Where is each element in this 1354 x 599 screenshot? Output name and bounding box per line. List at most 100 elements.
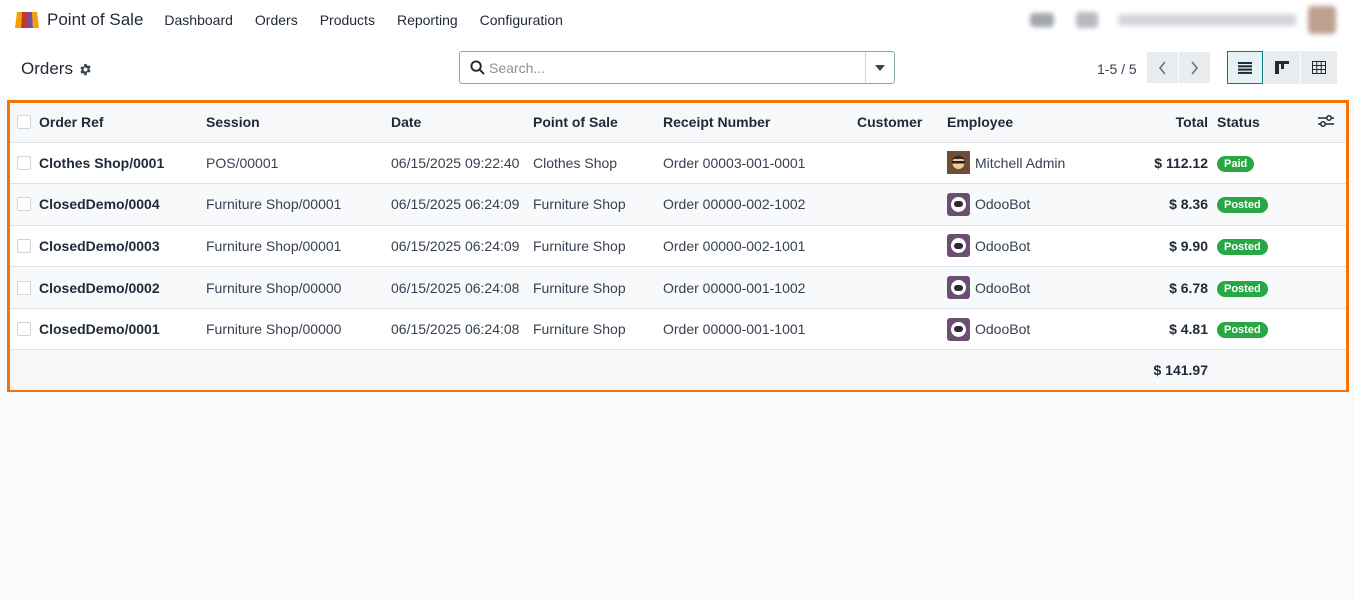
column-header-employee[interactable]: Employee: [947, 103, 1074, 143]
employee-name: OdooBot: [975, 237, 1031, 254]
cell-order-ref: ClosedDemo/0002: [39, 279, 160, 296]
cell-session: Furniture Shop/00001: [206, 237, 342, 254]
breadcrumb: Orders: [21, 59, 92, 79]
cell-point-of-sale: Furniture Shop: [533, 237, 626, 254]
column-header-date[interactable]: Date: [391, 103, 533, 143]
column-header-session[interactable]: Session: [206, 103, 391, 143]
cell-date: 06/15/2025 09:22:40: [391, 154, 520, 171]
column-header-order-ref[interactable]: Order Ref: [39, 103, 206, 143]
chat-icon[interactable]: [1030, 13, 1054, 27]
cell-employee: OdooBot: [947, 276, 1074, 300]
footer-total: $ 141.97: [1153, 362, 1209, 379]
cell-session: Furniture Shop/00000: [206, 279, 342, 296]
cell-total: $ 8.36: [1169, 196, 1208, 213]
pager-value[interactable]: 1-5 / 5: [1097, 61, 1137, 77]
row-checkbox[interactable]: [17, 238, 31, 253]
cell-order-ref: Clothes Shop/0001: [39, 154, 165, 171]
column-header-receipt-number[interactable]: Receipt Number: [663, 103, 857, 143]
page-title: Orders: [21, 59, 73, 78]
cell-point-of-sale: Furniture Shop: [533, 321, 626, 338]
cell-customer: [857, 308, 947, 350]
kanban-view-button[interactable]: [1264, 51, 1300, 84]
highlighted-orders-table: Order Ref Session Date Point of Sale Rec…: [7, 100, 1349, 392]
column-header-total[interactable]: Total: [1074, 103, 1217, 143]
status-badge: Posted: [1217, 280, 1268, 297]
kanban-icon: [1275, 61, 1289, 74]
row-checkbox[interactable]: [17, 280, 31, 295]
cell-point-of-sale: Furniture Shop: [533, 279, 626, 296]
employee-name: OdooBot: [975, 196, 1031, 213]
user-avatar[interactable]: [1308, 6, 1336, 34]
pivot-view-button[interactable]: [1301, 51, 1337, 84]
menu-products[interactable]: Products: [320, 12, 375, 28]
odoobot-avatar: [947, 317, 970, 341]
cell-employee: Mitchell Admin: [947, 151, 1074, 175]
table-row[interactable]: ClosedDemo/0002 Furniture Shop/00000 06/15…: [10, 266, 1346, 309]
cell-session: POS/00001: [206, 154, 279, 171]
gear-icon[interactable]: [79, 63, 92, 76]
optional-columns-icon[interactable]: [1318, 114, 1334, 128]
status-badge: Posted: [1217, 197, 1268, 214]
odoobot-avatar: [947, 276, 970, 300]
cell-order-ref: ClosedDemo/0004: [39, 196, 160, 213]
table-footer-row: $ 141.97: [10, 349, 1346, 390]
search-icon: [470, 60, 485, 75]
list-view-button[interactable]: [1227, 51, 1263, 84]
cell-order-ref: ClosedDemo/0003: [39, 237, 160, 254]
cell-date: 06/15/2025 06:24:08: [391, 321, 520, 338]
row-checkbox[interactable]: [17, 322, 31, 337]
cell-customer: [857, 267, 947, 309]
row-checkbox[interactable]: [17, 197, 31, 212]
top-navbar: Point of Sale Dashboard Orders Products Rep…: [0, 0, 1354, 40]
cell-session: Furniture Shop/00001: [206, 196, 342, 213]
table-row[interactable]: ClosedDemo/0004 Furniture Shop/00001 06/15…: [10, 183, 1346, 226]
cell-employee: OdooBot: [947, 317, 1074, 341]
app-title: Point of Sale: [47, 10, 144, 29]
pager-previous-button[interactable]: [1147, 52, 1178, 83]
odoobot-avatar: [947, 192, 970, 216]
column-header-status[interactable]: Status: [1217, 103, 1310, 143]
cell-total: $ 4.81: [1169, 321, 1208, 338]
chevron-left-icon: [1158, 60, 1166, 75]
cell-customer: [857, 184, 947, 226]
table-row[interactable]: Clothes Shop/0001 POS/00001 06/15/2025 09:…: [10, 142, 1346, 184]
cell-total: $ 9.90: [1169, 237, 1208, 254]
menu-configuration[interactable]: Configuration: [480, 12, 563, 28]
cell-receipt-number: Order 00000-001-1002: [663, 279, 806, 296]
cell-receipt-number: Order 00000-001-1001: [663, 321, 806, 338]
cell-total: $ 112.12: [1154, 154, 1208, 171]
column-header-customer[interactable]: Customer: [857, 103, 947, 143]
activity-icon[interactable]: [1076, 12, 1098, 28]
list-icon: [1238, 61, 1252, 74]
company-switcher[interactable]: [1118, 14, 1296, 26]
cell-employee: OdooBot: [947, 192, 1074, 216]
status-badge: Posted: [1217, 238, 1268, 255]
select-all-checkbox[interactable]: [17, 115, 31, 130]
chevron-right-icon: [1191, 60, 1199, 75]
cell-order-ref: ClosedDemo/0001: [39, 321, 160, 338]
app-brand[interactable]: Point of Sale: [14, 10, 143, 30]
cell-employee: OdooBot: [947, 234, 1074, 258]
cell-receipt-number: Order 00000-002-1001: [663, 237, 806, 254]
search-options-toggle[interactable]: [865, 52, 894, 83]
column-header-point-of-sale[interactable]: Point of Sale: [533, 103, 663, 143]
cell-total: $ 6.78: [1169, 279, 1208, 296]
menu-dashboard[interactable]: Dashboard: [164, 12, 233, 28]
cell-receipt-number: Order 00003-001-0001: [663, 154, 806, 171]
cell-customer: [857, 142, 947, 184]
table-row[interactable]: ClosedDemo/0001 Furniture Shop/00000 06/15…: [10, 308, 1346, 350]
cell-customer: [857, 225, 947, 267]
menu-orders[interactable]: Orders: [255, 12, 298, 28]
content-area: Order Ref Session Date Point of Sale Rec…: [0, 96, 1354, 599]
cell-date: 06/15/2025 06:24:08: [391, 279, 520, 296]
menu-reporting[interactable]: Reporting: [397, 12, 458, 28]
employee-avatar: [947, 151, 970, 175]
employee-name: Mitchell Admin: [975, 154, 1066, 171]
cell-date: 06/15/2025 06:24:09: [391, 237, 520, 254]
employee-name: OdooBot: [975, 321, 1031, 338]
cell-session: Furniture Shop/00000: [206, 321, 342, 338]
search-input[interactable]: [485, 52, 865, 83]
row-checkbox[interactable]: [17, 155, 31, 170]
pager-next-button[interactable]: [1179, 52, 1210, 83]
table-row[interactable]: ClosedDemo/0003 Furniture Shop/00001 06/15…: [10, 225, 1346, 267]
